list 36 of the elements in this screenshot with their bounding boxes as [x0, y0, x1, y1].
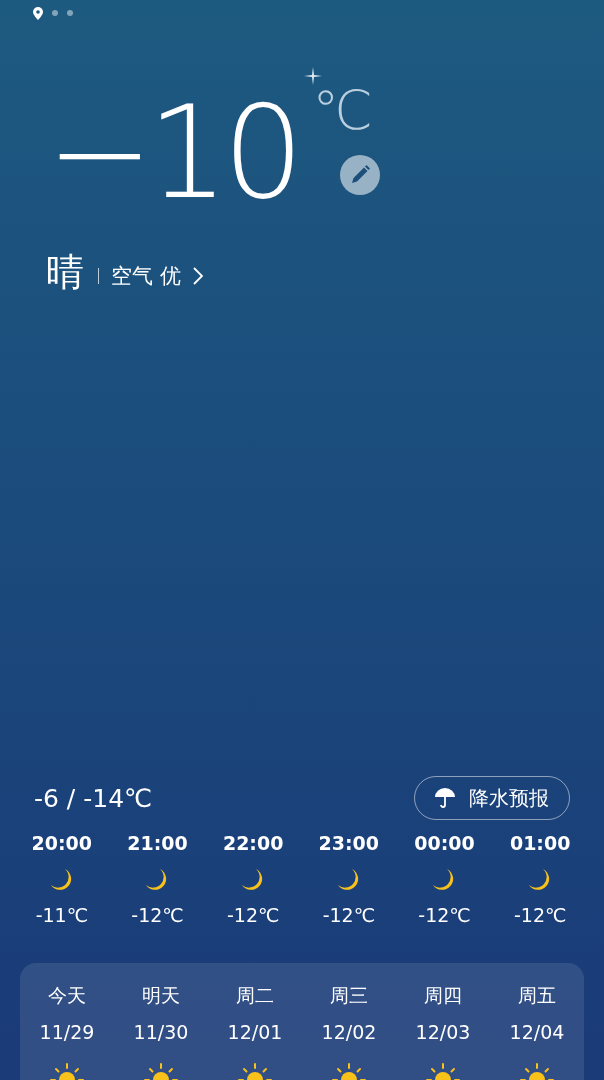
day-label: 今天 — [48, 983, 86, 1008]
air-quality-link[interactable]: 空气 优 — [111, 261, 203, 290]
date-label: 12/03 — [415, 1021, 471, 1043]
day-label: 周二 — [236, 983, 274, 1008]
temperature-range: -6 / -14℃ — [34, 783, 153, 813]
date-label: 11/29 — [39, 1021, 95, 1043]
date-label: 11/30 — [133, 1021, 189, 1043]
current-temperature: −10 — [46, 83, 299, 223]
day-label: 周三 — [330, 983, 368, 1008]
date-label: 12/04 — [509, 1021, 565, 1043]
page-dot[interactable] — [67, 10, 73, 16]
chevron-right-icon — [192, 266, 203, 285]
hour-label: 22:00 — [222, 832, 284, 854]
hour-label: 00:00 — [414, 832, 475, 854]
temperature-unit: ℃ — [312, 81, 373, 141]
hour-temperature: -12℃ — [131, 904, 184, 926]
day-label: 周五 — [518, 983, 556, 1008]
edit-button[interactable] — [340, 155, 381, 195]
day-label: 周四 — [424, 983, 462, 1008]
hour-temperature: -12℃ — [322, 904, 375, 926]
hour-label: 20:00 — [31, 832, 93, 854]
hour-temperature: -12℃ — [418, 904, 471, 926]
date-label: 12/02 — [321, 1021, 377, 1043]
location-pin-icon[interactable] — [33, 6, 43, 20]
hour-label: 21:00 — [127, 832, 188, 854]
page-dot[interactable] — [52, 10, 58, 16]
pencil-icon — [349, 164, 372, 186]
date-label: 12/01 — [227, 1021, 283, 1043]
weather-condition: 晴 — [46, 249, 84, 296]
hour-temperature: -12℃ — [513, 904, 567, 926]
hour-label: 01:00 — [509, 832, 571, 854]
hour-temperature: -12℃ — [226, 904, 280, 926]
umbrella-icon — [435, 787, 455, 809]
day-label: 明天 — [142, 983, 180, 1008]
hour-temperature: -11℃ — [35, 904, 88, 926]
hour-label: 23:00 — [318, 832, 380, 854]
